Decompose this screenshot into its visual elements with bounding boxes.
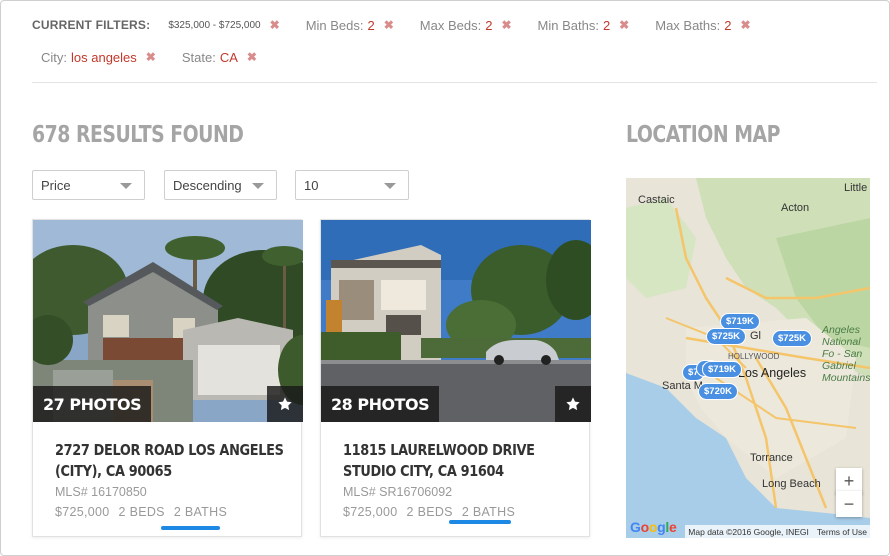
filter-max-baths-value: 2 (724, 17, 732, 33)
remove-min-beds-filter-icon[interactable]: ✖ (384, 18, 394, 32)
per-page-select[interactable]: 10 (295, 170, 409, 200)
filter-chip-city: City: los angeles ✖ (41, 50, 156, 65)
listing-price: $725,000 (343, 505, 398, 519)
listing-photo[interactable]: 27 PHOTOS (33, 220, 303, 422)
map-label-castaic: Castaic (638, 194, 675, 206)
remove-price-filter-icon[interactable]: ✖ (270, 18, 280, 32)
filter-row-2: City: los angeles ✖ State: CA ✖ (41, 46, 283, 68)
google-logo: Google (630, 519, 677, 535)
listing-mls: MLS# SR16706092 (343, 485, 453, 499)
map-label-littlerock: Little (844, 182, 868, 194)
zoom-out-button[interactable]: − (836, 491, 862, 517)
remove-city-filter-icon[interactable]: ✖ (146, 50, 156, 64)
listing-card[interactable]: 28 PHOTOS 11815 LAURELWOOD DRIVE STUDIO … (320, 219, 591, 537)
listing-address[interactable]: 11815 LAURELWOOD DRIVE STUDIO CITY, CA 9… (343, 440, 575, 482)
listing-baths: 2 BATHS (173, 505, 228, 519)
remove-min-baths-filter-icon[interactable]: ✖ (619, 18, 629, 32)
star-icon (278, 397, 292, 411)
listing-card[interactable]: 27 PHOTOS 2727 DELOR ROAD LOS ANGELES (C… (32, 219, 303, 537)
listing-facts: $725,000 2 BEDS 2 BATHS (55, 505, 291, 519)
filter-max-beds-value: 2 (485, 17, 493, 33)
filter-chip-min-baths: Min Baths: 2 ✖ (538, 18, 630, 33)
listing-facts: $725,000 2 BEDS 2 BATHS (343, 505, 579, 519)
filter-max-beds-label: Max Beds: (419, 17, 482, 33)
filter-min-baths-value: 2 (602, 17, 611, 33)
filters-divider (32, 82, 877, 83)
map-price-pin[interactable]: $725K (772, 330, 812, 347)
sort-order-value: Descending (173, 177, 242, 193)
map-label-angeles-forest: Angeles National Fo - San Gabriel Mounta… (822, 324, 870, 384)
photo-count-badge[interactable]: 28 PHOTOS (321, 386, 440, 422)
sort-field-value: Price (41, 177, 71, 193)
results-count-heading: 678 RESULTS FOUND (32, 122, 244, 148)
photo-count-badge[interactable]: 27 PHOTOS (33, 386, 152, 422)
map-label-torrance: Torrance (750, 452, 793, 464)
remove-max-baths-filter-icon[interactable]: ✖ (741, 18, 751, 32)
filter-max-baths-label: Max Baths: (655, 17, 721, 33)
filter-chip-price: $325,000 - $725,000 ✖ (168, 18, 279, 32)
star-icon (566, 397, 580, 411)
map-label-gl: Gl (750, 330, 761, 342)
per-page-value: 10 (304, 177, 319, 193)
remove-max-beds-filter-icon[interactable]: ✖ (501, 18, 511, 32)
filter-chip-state: State: CA ✖ (182, 50, 257, 65)
filter-state-label: State: (181, 49, 216, 65)
map-price-pin[interactable]: $719K (702, 361, 742, 378)
filter-chip-max-baths: Max Baths: 2 ✖ (655, 18, 750, 33)
map-attribution: Map data ©2016 Google, INEGI Terms of Us… (685, 525, 870, 538)
filter-price-value: $325,000 - $725,000 (168, 19, 261, 31)
baths-highlight-underline (161, 526, 220, 530)
map-data-credit: Map data ©2016 Google, INEGI (688, 526, 809, 537)
map-label-acton: Acton (781, 202, 810, 214)
location-map[interactable]: Castaic Acton Little Angeles National Fo… (626, 178, 870, 538)
filter-city-label: City: (41, 49, 67, 65)
filter-min-baths-label: Min Baths: (537, 17, 599, 33)
listing-mls: MLS# 16170850 (55, 485, 147, 499)
sort-field-select[interactable]: Price (32, 170, 145, 200)
map-price-pin[interactable]: $725K (706, 328, 746, 345)
filter-min-beds-label: Min Beds: (305, 17, 364, 33)
map-label-santa-monica: Santa M (662, 380, 703, 392)
filter-min-beds-value: 2 (367, 17, 375, 33)
listing-photo[interactable]: 28 PHOTOS (321, 220, 591, 422)
filter-state-value: CA (219, 49, 238, 65)
location-map-heading: LOCATION MAP (626, 122, 780, 148)
sort-order-select[interactable]: Descending (164, 170, 277, 200)
terms-of-use-link[interactable]: Terms of Use (817, 527, 867, 537)
listing-price: $725,000 (55, 505, 110, 519)
listing-details: 2727 DELOR ROAD LOS ANGELES (CITY), CA 9… (55, 440, 291, 519)
filter-row-1: CURRENT FILTERS: $325,000 - $725,000 ✖ M… (32, 14, 777, 36)
favorite-star-button[interactable] (555, 386, 591, 422)
listing-baths: 2 BATHS (461, 505, 516, 519)
remove-state-filter-icon[interactable]: ✖ (247, 50, 257, 64)
chevron-down-icon (252, 183, 264, 189)
listing-details: 11815 LAURELWOOD DRIVE STUDIO CITY, CA 9… (343, 440, 579, 519)
map-label-los-angeles: Los Angeles (738, 366, 807, 380)
filter-chip-max-beds: Max Beds: 2 ✖ (420, 18, 512, 33)
chevron-down-icon (384, 183, 396, 189)
filter-city-value: los angeles (71, 49, 137, 65)
filter-chip-min-beds: Min Beds: 2 ✖ (306, 18, 394, 33)
map-label-hollywood: HOLLYWOOD (728, 352, 780, 361)
map-label-long-beach: Long Beach (762, 478, 821, 490)
map-price-pin[interactable]: $720K (698, 383, 738, 400)
baths-highlight-underline (449, 520, 511, 524)
listing-beds: 2 BEDS (406, 505, 453, 519)
listing-beds: 2 BEDS (118, 505, 165, 519)
filters-title: CURRENT FILTERS: (32, 18, 151, 32)
listing-address[interactable]: 2727 DELOR ROAD LOS ANGELES (CITY), CA 9… (55, 440, 287, 482)
map-footer: Google Map data ©2016 Google, INEGI Term… (626, 519, 870, 538)
favorite-star-button[interactable] (267, 386, 303, 422)
chevron-down-icon (120, 183, 132, 189)
